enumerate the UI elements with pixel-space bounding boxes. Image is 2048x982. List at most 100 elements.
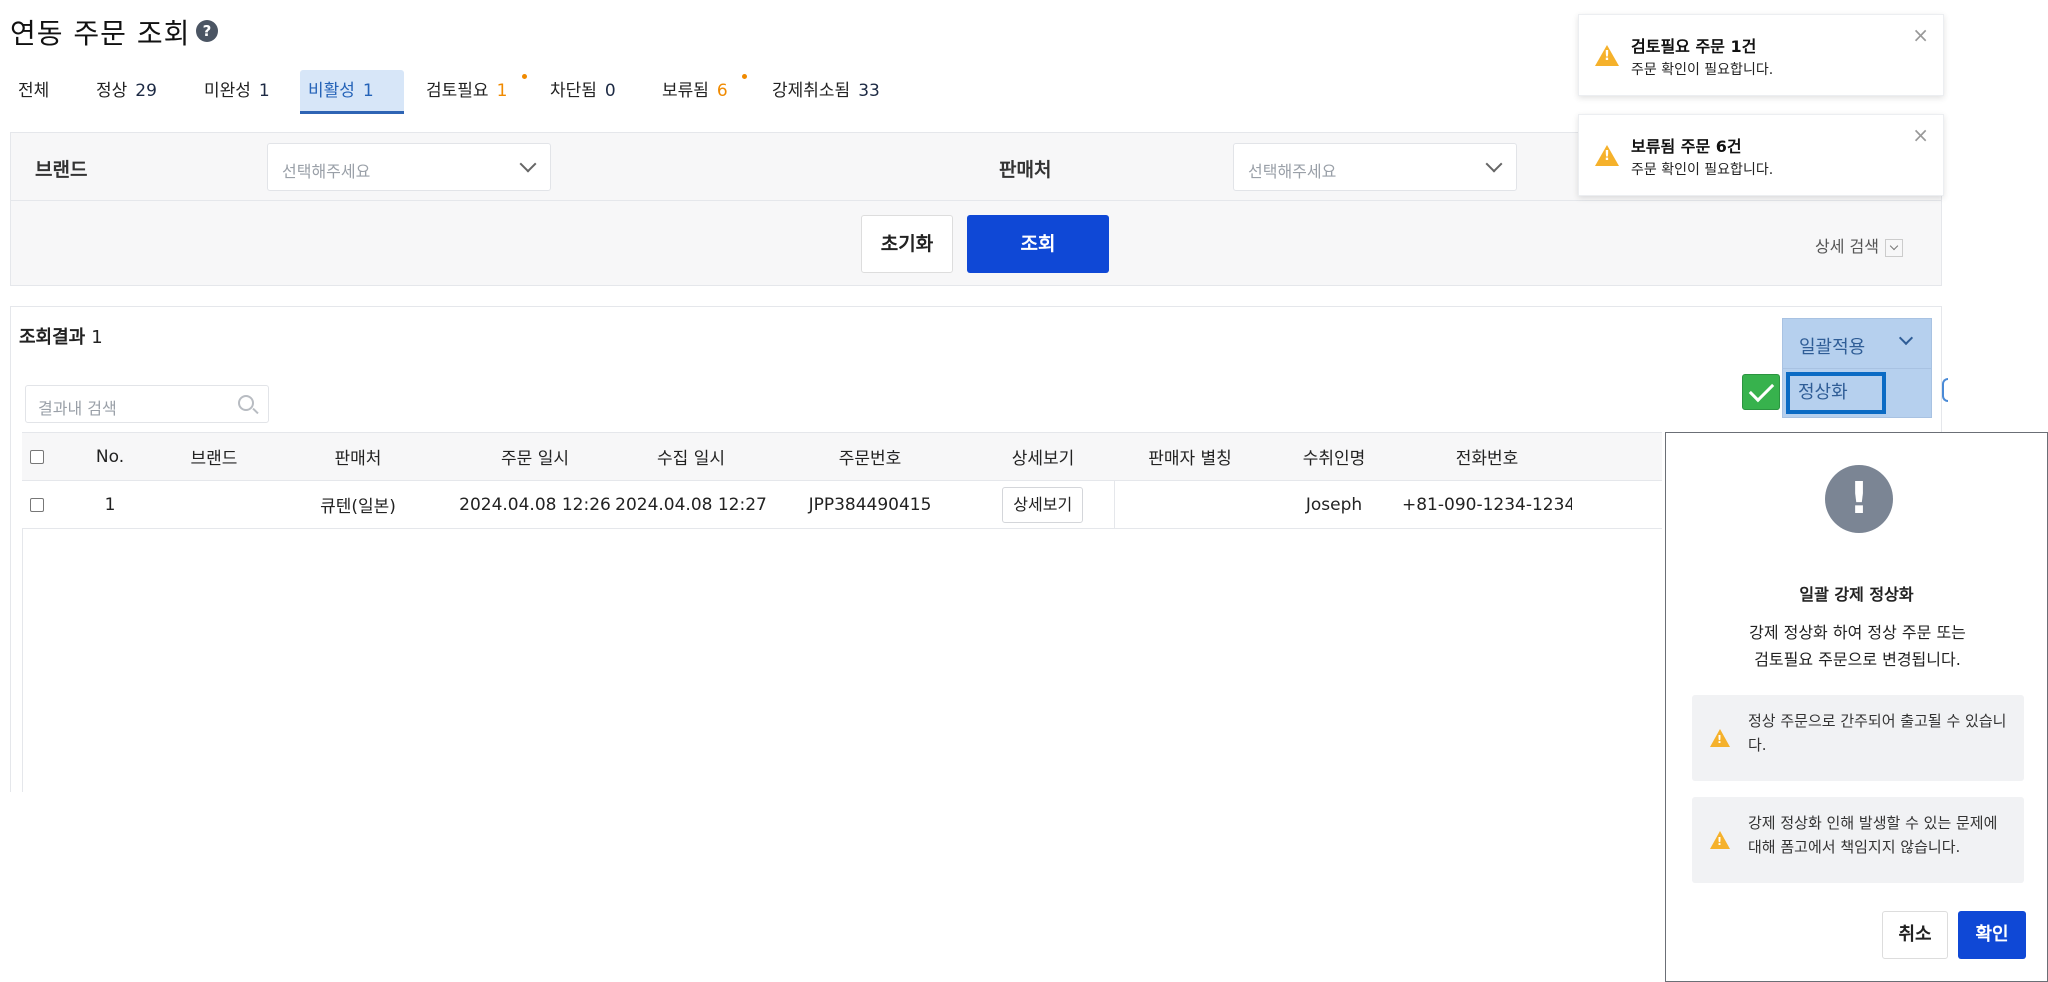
tab-count: 29 <box>135 81 157 101</box>
column-header[interactable]: 수취인명 <box>1266 433 1402 481</box>
warning-icon: ! <box>1595 145 1619 166</box>
cell-detail: 상세보기 <box>972 481 1114 529</box>
cell-seller: 큐텐(일본) <box>320 497 396 517</box>
table-row[interactable]: 1 큐텐(일본) 2024.04.08 12:26 2024.04.08 12:… <box>22 480 1662 529</box>
column-header-extra <box>1572 433 1662 481</box>
advanced-search-label: 상세 검색 <box>1815 237 1879 256</box>
toast-message: 주문 확인이 필요합니다. <box>1631 162 1774 178</box>
tab-count: 1 <box>362 81 374 101</box>
cell-recipient: Joseph <box>1305 494 1363 515</box>
cell-alias <box>1113 480 1266 529</box>
brand-select[interactable]: 선택해주세요 <box>267 143 551 191</box>
tab-incomplete[interactable]: 미완성 1 <box>196 70 278 114</box>
seller-placeholder: 선택해주세요 <box>1248 162 1337 181</box>
toast-title: 보류됨 주문 6건 <box>1631 137 1742 156</box>
column-header[interactable]: 판매처 <box>260 433 456 481</box>
reset-button[interactable]: 초기화 <box>861 215 953 273</box>
bulk-normalize-modal: ! 일괄 강제 정상화 강제 정상화 하여 정상 주문 또는 검토필요 주문으로… <box>1665 432 2048 982</box>
close-icon[interactable]: × <box>1912 123 1929 147</box>
results-panel: 조회결과 1 결과내 검색 <box>10 306 1942 792</box>
tab-count: 6 <box>716 81 728 101</box>
cell-collect-date: 2024.04.08 12:27 <box>615 494 767 515</box>
bulk-apply-header[interactable]: 일괄적용 <box>1783 319 1931 369</box>
column-header[interactable]: 주문 일시 <box>456 433 614 481</box>
tab-label: 강제취소됨 <box>772 81 851 101</box>
row-select-cell <box>22 481 52 529</box>
bulk-apply-dropdown[interactable]: 일괄적용 정상화 <box>1782 318 1932 418</box>
column-header[interactable]: 판매자 별칭 <box>1114 433 1266 481</box>
close-icon[interactable]: × <box>1912 23 1929 47</box>
tab-label: 비활성 <box>308 81 355 101</box>
chevron-down-icon <box>519 155 537 173</box>
results-title-text: 조회결과 <box>19 327 86 348</box>
tab-force-cancelled[interactable]: 강제취소됨 33 <box>764 70 888 114</box>
tab-inactive[interactable]: 비활성 1 <box>300 70 404 114</box>
tab-label: 보류됨 <box>662 81 709 101</box>
select-all-checkbox[interactable] <box>30 449 44 464</box>
bulk-apply-label: 일괄적용 <box>1799 337 1866 358</box>
tab-count: 1 <box>258 81 270 101</box>
exclamation-icon: ! <box>1825 465 1893 533</box>
circle-icon[interactable] <box>1942 378 1948 402</box>
tab-on-hold[interactable]: 보류됨 6 <box>654 70 747 114</box>
column-header[interactable]: 수집 일시 <box>614 433 768 481</box>
row-checkbox[interactable] <box>30 497 44 512</box>
modal-notice: ! 강제 정상화 인해 발생할 수 있는 문제에 대해 폼고에서 책임지지 않습… <box>1692 797 2024 883</box>
brand-label: 브랜드 <box>35 159 88 181</box>
tab-blocked[interactable]: 차단됨 0 <box>542 70 624 114</box>
results-count: 1 <box>91 327 103 348</box>
toast-title: 검토필요 주문 1건 <box>1631 37 1757 56</box>
check-icon[interactable] <box>1742 374 1780 410</box>
seller-label: 판매처 <box>999 159 1052 181</box>
seller-select[interactable]: 선택해주세요 <box>1233 143 1517 191</box>
column-header[interactable]: 상세보기 <box>972 433 1114 481</box>
modal-description: 강제 정상화 하여 정상 주문 또는 검토필요 주문으로 변경됩니다. <box>1686 619 2029 673</box>
tab-label: 검토필요 <box>426 81 489 101</box>
confirm-button[interactable]: 확인 <box>1958 911 2026 959</box>
cell-brand <box>168 481 260 529</box>
tab-all[interactable]: 전체 <box>10 70 57 114</box>
toast-on-hold[interactable]: ! 보류됨 주문 6건 주문 확인이 필요합니다. × <box>1578 114 1944 196</box>
cell-extra <box>1572 481 1662 529</box>
bulk-option-normalize[interactable]: 정상화 <box>1786 372 1886 414</box>
results-search-placeholder: 결과내 검색 <box>38 399 117 418</box>
modal-notice: ! 정상 주문으로 간주되어 출고될 수 있습니다. <box>1692 695 2024 781</box>
notification-dot <box>742 74 747 79</box>
tab-label: 미완성 <box>204 81 251 101</box>
table-header-row: No. 브랜드 판매처 주문 일시 수집 일시 주문번호 상세보기 판매자 별칭… <box>22 432 1662 481</box>
column-header[interactable]: 주문번호 <box>768 433 972 481</box>
warning-icon: ! <box>1710 729 1730 747</box>
modal-notice-text: 강제 정상화 인해 발생할 수 있는 문제에 대해 폼고에서 책임지지 않습니다… <box>1748 814 1998 856</box>
notification-dot <box>522 74 527 79</box>
chevron-down-icon <box>1885 238 1903 257</box>
column-header[interactable]: 브랜드 <box>168 433 260 481</box>
toast-message: 주문 확인이 필요합니다. <box>1631 62 1774 78</box>
tab-count: 1 <box>496 81 508 101</box>
results-search-input[interactable]: 결과내 검색 <box>25 385 269 423</box>
cancel-button[interactable]: 취소 <box>1882 911 1948 959</box>
modal-description-line: 강제 정상화 하여 정상 주문 또는 <box>1749 623 1966 642</box>
tab-review-needed[interactable]: 검토필요 1 <box>418 70 527 114</box>
search-button[interactable]: 조회 <box>967 215 1109 273</box>
warning-icon: ! <box>1595 45 1619 66</box>
tab-label: 전체 <box>18 81 50 101</box>
cell-phone: +81-090-1234-1234 <box>1402 494 1572 515</box>
cell-order-date: 2024.04.08 12:26 <box>459 494 611 515</box>
tab-label: 정상 <box>96 81 128 101</box>
column-header[interactable]: 전화번호 <box>1402 433 1572 481</box>
column-header[interactable]: No. <box>52 433 168 481</box>
select-all-cell <box>22 433 52 481</box>
advanced-search-toggle[interactable]: 상세 검색 <box>1815 233 1903 257</box>
chevron-down-icon <box>1898 330 1914 346</box>
toast-review-needed[interactable]: ! 검토필요 주문 1건 주문 확인이 필요합니다. × <box>1578 14 1944 96</box>
page-title: 연동 주문 조회 <box>10 17 191 50</box>
search-icon[interactable] <box>238 395 254 411</box>
tab-label: 차단됨 <box>550 81 597 101</box>
results-title: 조회결과 1 <box>19 323 103 349</box>
orders-table: No. 브랜드 판매처 주문 일시 수집 일시 주문번호 상세보기 판매자 별칭… <box>22 432 1662 529</box>
brand-placeholder: 선택해주세요 <box>282 162 371 181</box>
tab-normal[interactable]: 정상 29 <box>88 70 165 114</box>
detail-button[interactable]: 상세보기 <box>1002 486 1084 523</box>
help-icon[interactable]: ? <box>196 20 218 42</box>
chevron-down-icon <box>1485 155 1503 173</box>
